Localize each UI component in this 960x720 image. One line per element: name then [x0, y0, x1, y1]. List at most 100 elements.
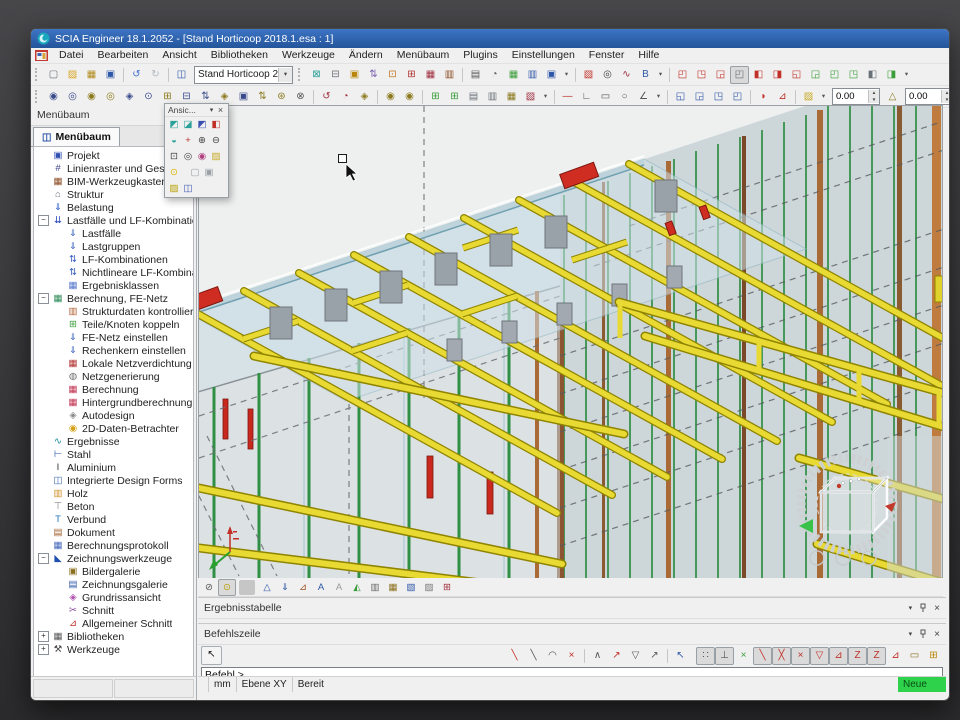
view-preset-4-icon[interactable]: ◰ [730, 66, 749, 84]
engineering-report-icon[interactable]: ▦ [504, 66, 523, 84]
intersect-icon[interactable]: ⊛ [272, 88, 291, 106]
show-selection-icon[interactable]: ◎ [63, 88, 82, 106]
tree-item[interactable]: ◈ Autodesign [34, 409, 193, 422]
view-preset-2-icon[interactable]: ◳ [692, 66, 711, 84]
render-mode-icon[interactable]: ▧ [402, 579, 420, 596]
tree-item[interactable]: ▦ Hintergrundberechnung [34, 396, 193, 409]
tree-item[interactable]: ◉ 2D-Daten-Betrachter [34, 422, 193, 435]
angle-icon[interactable]: ∠ [634, 88, 653, 106]
view-preset-3-icon[interactable]: ◲ [711, 66, 730, 84]
undo-icon[interactable]: ↺ [127, 66, 146, 84]
print-preview-icon[interactable]: ◔ [485, 66, 504, 84]
view-palette-titlebar[interactable]: Ansic... ▾ × [165, 104, 228, 117]
tree-item[interactable]: ▥ Strukturdaten kontrollieren [34, 305, 193, 318]
mesh-display-icon[interactable]: ◭ [348, 579, 366, 596]
snap-grid-icon[interactable]: ∷ [696, 647, 715, 665]
snap-intersection-icon[interactable]: ╳ [772, 647, 791, 665]
clipboard-icon[interactable]: ⊡ [383, 66, 402, 84]
status-units[interactable]: mm [209, 677, 237, 692]
update-icon[interactable]: ▦ [421, 66, 440, 84]
bird-icon[interactable]: ◗ [754, 88, 773, 106]
snap-ortho-icon[interactable]: ⊥ [715, 647, 734, 665]
toolbar-separator[interactable] [750, 90, 751, 104]
gallery-capture-icon[interactable]: ▨ [167, 182, 181, 196]
zoom-all-icon[interactable]: ◎ [181, 150, 195, 164]
tree-item[interactable]: ⇅ Nichtlineare LF-Kombinatio [34, 266, 193, 279]
toolbar-grip[interactable] [298, 68, 303, 81]
menu-item[interactable]: Menübaum [390, 48, 457, 63]
tree-item[interactable]: ▥ Holz [34, 487, 193, 500]
folder-caret-icon[interactable]: ▾ [818, 88, 829, 106]
status-plane[interactable]: Ebene XY [237, 677, 293, 692]
tree-item[interactable]: ▦ Lokale Netzverdichtung [34, 357, 193, 370]
close-icon[interactable]: × [216, 105, 225, 115]
statistics-icon[interactable]: ∿ [617, 66, 636, 84]
toolbar-separator[interactable] [462, 68, 463, 82]
open-file-icon[interactable]: ▨ [63, 66, 82, 84]
grid-display-icon[interactable]: ⊞ [438, 579, 456, 596]
polyline-icon[interactable]: ∟ [577, 88, 596, 106]
link1-icon[interactable]: ◉ [381, 88, 400, 106]
toolbar-separator[interactable] [669, 68, 670, 82]
clip-box-icon[interactable]: ▨ [209, 150, 223, 164]
inactivity-icon[interactable]: ◎ [101, 88, 120, 106]
toolbar-separator[interactable] [667, 649, 668, 663]
command-panel-header[interactable]: Befehlszeile ▾ × [198, 623, 946, 645]
document-icon[interactable]: ▥ [523, 66, 542, 84]
view-preset-11-icon[interactable]: ◧ [863, 66, 882, 84]
sections-icon[interactable]: ▦ [384, 579, 402, 596]
tree-item[interactable]: ⊿ Allgemeiner Schnitt [34, 617, 193, 630]
tree-item[interactable]: − ◣ Zeichnungswerkzeuge [34, 552, 193, 565]
edit-caret-icon[interactable]: ▾ [540, 88, 551, 106]
window4-icon[interactable]: ◰ [728, 88, 747, 106]
view-preset-6-icon[interactable]: ◨ [768, 66, 787, 84]
light-icon[interactable]: ⊙ [167, 166, 181, 180]
window2-icon[interactable]: ◲ [690, 88, 709, 106]
view-preset-9-icon[interactable]: ◰ [825, 66, 844, 84]
cmd-close-icon[interactable]: × [562, 647, 581, 665]
menu-item[interactable]: Ansicht [155, 48, 203, 63]
zoom-window-icon[interactable]: ⊡ [167, 150, 181, 164]
snap-percent-icon[interactable]: ⊿ [886, 647, 905, 665]
view-preset-5-icon[interactable]: ◧ [749, 66, 768, 84]
print-icon[interactable]: ▤ [466, 66, 485, 84]
tree-item[interactable]: T Verbund [34, 513, 193, 526]
tree-item[interactable]: ▤ Zeichnungsgalerie [34, 578, 193, 591]
results-panel-header[interactable]: Ergebnisstabelle ▾ × [198, 597, 946, 619]
storage-icon[interactable]: ⊟ [326, 66, 345, 84]
hidden-line-icon[interactable]: ▣ [202, 166, 216, 180]
gallery-icon[interactable]: ▣ [345, 66, 364, 84]
tree-item[interactable]: ◫ Integrierte Design Forms [34, 474, 193, 487]
view-preset-12-icon[interactable]: ◨ [882, 66, 901, 84]
zoom-selection-icon[interactable]: ◉ [195, 150, 209, 164]
tree-item[interactable]: ⊢ Stahl [34, 448, 193, 461]
local-axes-icon[interactable]: △ [258, 579, 276, 596]
snap-tangent-icon[interactable]: ▽ [810, 647, 829, 665]
stamp-icon[interactable]: ▦ [502, 88, 521, 106]
labels-off-icon[interactable]: A [330, 579, 348, 596]
snap-cross-icon[interactable]: × [791, 647, 810, 665]
link2-icon[interactable]: ◉ [400, 88, 419, 106]
tree-item[interactable]: ⊞ Teile/Knoten koppeln [34, 318, 193, 331]
supports-display-icon[interactable]: ⊿ [294, 579, 312, 596]
teamwork-icon[interactable]: ⊠ [307, 66, 326, 84]
shading-icon[interactable]: ▨ [420, 579, 438, 596]
rect-icon[interactable]: ▭ [596, 88, 615, 106]
tree-item[interactable]: ⇓ Lastfälle [34, 227, 193, 240]
tree-expander-icon[interactable]: − [38, 553, 49, 564]
menu-item[interactable]: Datei [52, 48, 91, 63]
tripod-icon[interactable]: △ [883, 88, 902, 106]
view-preset-1-icon[interactable]: ◰ [673, 66, 692, 84]
view-preset-7-icon[interactable]: ◱ [787, 66, 806, 84]
sync-icon[interactable]: ▥ [440, 66, 459, 84]
status-badge[interactable]: Neue [898, 677, 946, 692]
tree-item[interactable]: ⇓ Rechenkern einstellen [34, 344, 193, 357]
mesh-icon[interactable]: ⊞ [402, 66, 421, 84]
offset-y-stepper[interactable]: 0.00 ▲▼ [905, 88, 949, 105]
title-bar[interactable]: SCIA Engineer 18.1.2052 - [Stand Hortico… [31, 29, 949, 48]
draw-caret-icon[interactable]: ▾ [653, 88, 664, 106]
paste2-icon[interactable]: ▥ [483, 88, 502, 106]
toolbar-grip[interactable] [35, 90, 40, 103]
project-selector[interactable]: Stand Horticoop 20 ▾ [194, 66, 293, 84]
layer-filter-icon[interactable]: ⊙ [139, 88, 158, 106]
